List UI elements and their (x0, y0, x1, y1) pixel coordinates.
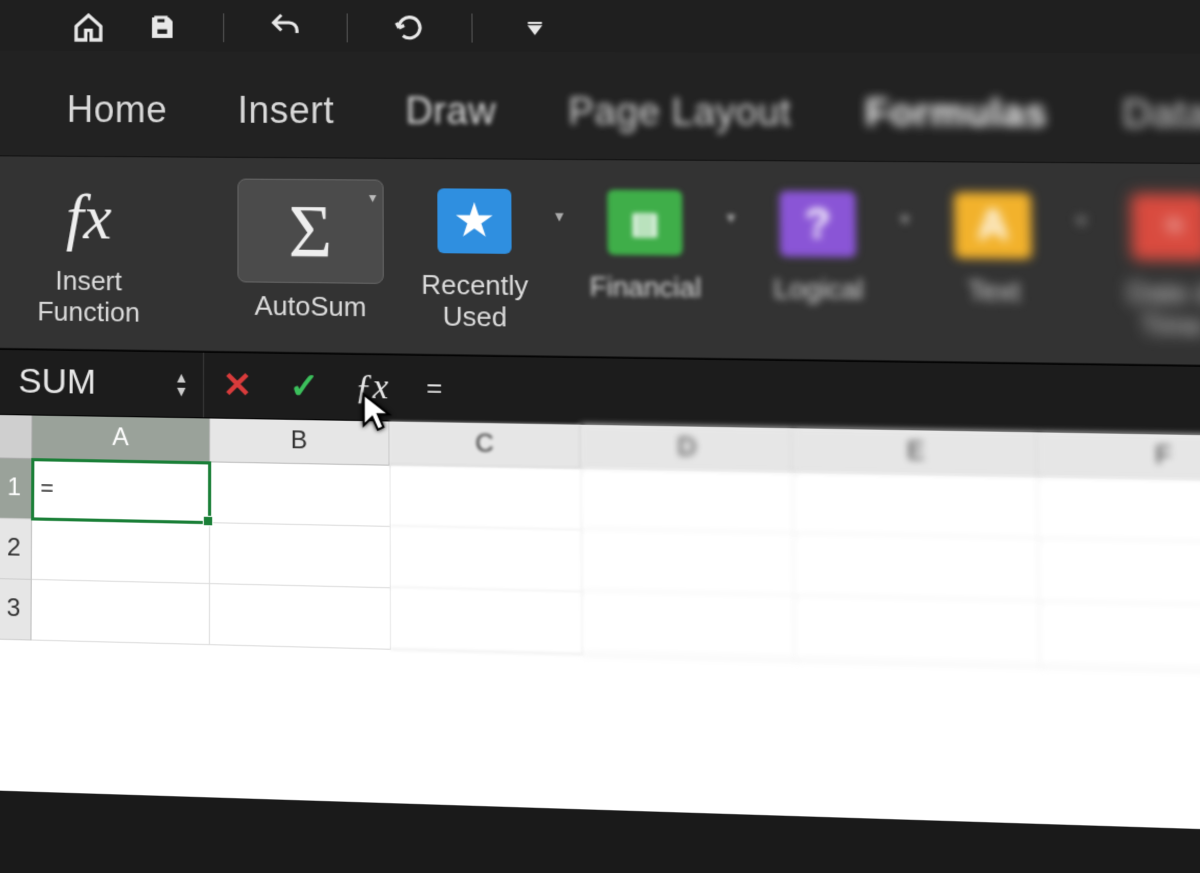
cell-a1[interactable]: = (32, 459, 210, 523)
select-all-corner[interactable] (0, 415, 33, 459)
row-header-2[interactable]: 2 (0, 518, 32, 579)
cell-a2[interactable] (32, 519, 210, 584)
recently-used-button[interactable]: ★ RecentlyUsed (421, 178, 528, 336)
fx-icon: fx (43, 177, 136, 258)
column-header-d[interactable]: D (581, 424, 794, 473)
cell-b2[interactable] (210, 523, 391, 588)
home-icon[interactable] (71, 10, 106, 45)
cell-e3[interactable] (796, 598, 1043, 667)
column-header-c[interactable]: C (390, 421, 582, 469)
tab-home[interactable]: Home (62, 82, 171, 142)
chevron-down-icon[interactable]: ▾ (900, 181, 909, 230)
stepper-arrows-icon[interactable]: ▲▼ (174, 372, 188, 398)
name-box-value: SUM (18, 362, 96, 404)
chevron-down-icon[interactable]: ▾ (555, 179, 564, 227)
name-box[interactable]: SUM ▲▼ (0, 350, 204, 418)
text-label: Text (967, 276, 1020, 309)
cancel-button[interactable]: ✕ (204, 352, 271, 418)
save-icon[interactable] (145, 10, 180, 45)
divider (347, 13, 348, 42)
autosum-label: AutoSum (255, 291, 367, 324)
sigma-icon: Σ ▾ (237, 179, 383, 284)
redo-icon[interactable] (392, 10, 428, 45)
cell-b1[interactable] (210, 462, 390, 527)
cell-f2[interactable] (1041, 540, 1200, 609)
text-button[interactable]: A Text (937, 181, 1049, 310)
chevron-down-icon[interactable]: ▾ (1076, 182, 1086, 231)
logical-button[interactable]: ? Logical (763, 180, 873, 308)
text-icon: A (943, 184, 1043, 268)
date-time-button[interactable]: ◔ Date &Time (1114, 183, 1200, 346)
cell-e1[interactable] (795, 473, 1041, 540)
logical-icon: ? (768, 182, 867, 266)
financial-icon: ▤ (596, 181, 693, 264)
cell-f3[interactable] (1042, 603, 1200, 673)
tab-page-layout[interactable]: Page Layout (564, 83, 796, 145)
chevron-down-icon[interactable]: ▾ (369, 189, 376, 207)
recently-used-label: RecentlyUsed (421, 270, 528, 334)
date-time-label: Date &Time (1127, 277, 1200, 343)
enter-button[interactable]: ✓ (271, 353, 338, 419)
cell-d1[interactable] (582, 469, 796, 535)
tab-formulas[interactable]: Formulas (860, 84, 1052, 147)
undo-icon[interactable] (268, 10, 303, 45)
autosum-button[interactable]: Σ ▾ AutoSum (227, 176, 394, 325)
quick-access-toolbar (0, 0, 1200, 54)
insert-function-button[interactable]: fx InsertFunction (17, 175, 161, 331)
insert-function-label: InsertFunction (37, 266, 140, 329)
divider (223, 13, 224, 42)
star-icon: ★ (427, 180, 523, 263)
fx-icon[interactable]: ƒx (338, 354, 406, 420)
formula-input[interactable]: = (405, 372, 1200, 419)
customize-dropdown-icon[interactable] (517, 10, 553, 45)
cell-d2[interactable] (582, 531, 796, 598)
logical-label: Logical (773, 274, 863, 307)
cell-b3[interactable] (210, 584, 391, 650)
column-header-e[interactable]: E (794, 428, 1040, 477)
cell-e2[interactable] (796, 535, 1042, 603)
chevron-down-icon[interactable]: ▾ (726, 180, 735, 229)
divider (471, 13, 472, 42)
spreadsheet-grid: A B C D E F 1 = 2 3 (0, 415, 1200, 832)
column-header-f[interactable]: F (1039, 432, 1200, 482)
cell-a3[interactable] (31, 580, 209, 645)
ribbon-tabs: Home Insert Draw Page Layout Formulas Da… (0, 51, 1200, 163)
cell-f1[interactable] (1040, 478, 1200, 546)
cell-c1[interactable] (390, 466, 582, 531)
tab-draw[interactable]: Draw (401, 83, 500, 144)
ribbon-formulas: fx InsertFunction Σ ▾ AutoSum ★ Recently… (0, 155, 1200, 366)
row-header-1[interactable]: 1 (0, 458, 32, 519)
cell-c3[interactable] (390, 588, 583, 654)
clock-icon: ◔ (1120, 185, 1200, 270)
cell-c2[interactable] (390, 527, 582, 593)
column-header-b[interactable]: B (210, 418, 390, 465)
row-header-3[interactable]: 3 (0, 579, 32, 640)
cell-d3[interactable] (583, 593, 797, 661)
column-header-a[interactable]: A (33, 415, 210, 462)
financial-button[interactable]: ▤ Financial (591, 179, 699, 307)
tab-insert[interactable]: Insert (233, 82, 338, 143)
financial-label: Financial (590, 272, 702, 305)
tab-data[interactable]: Data (1118, 85, 1200, 148)
